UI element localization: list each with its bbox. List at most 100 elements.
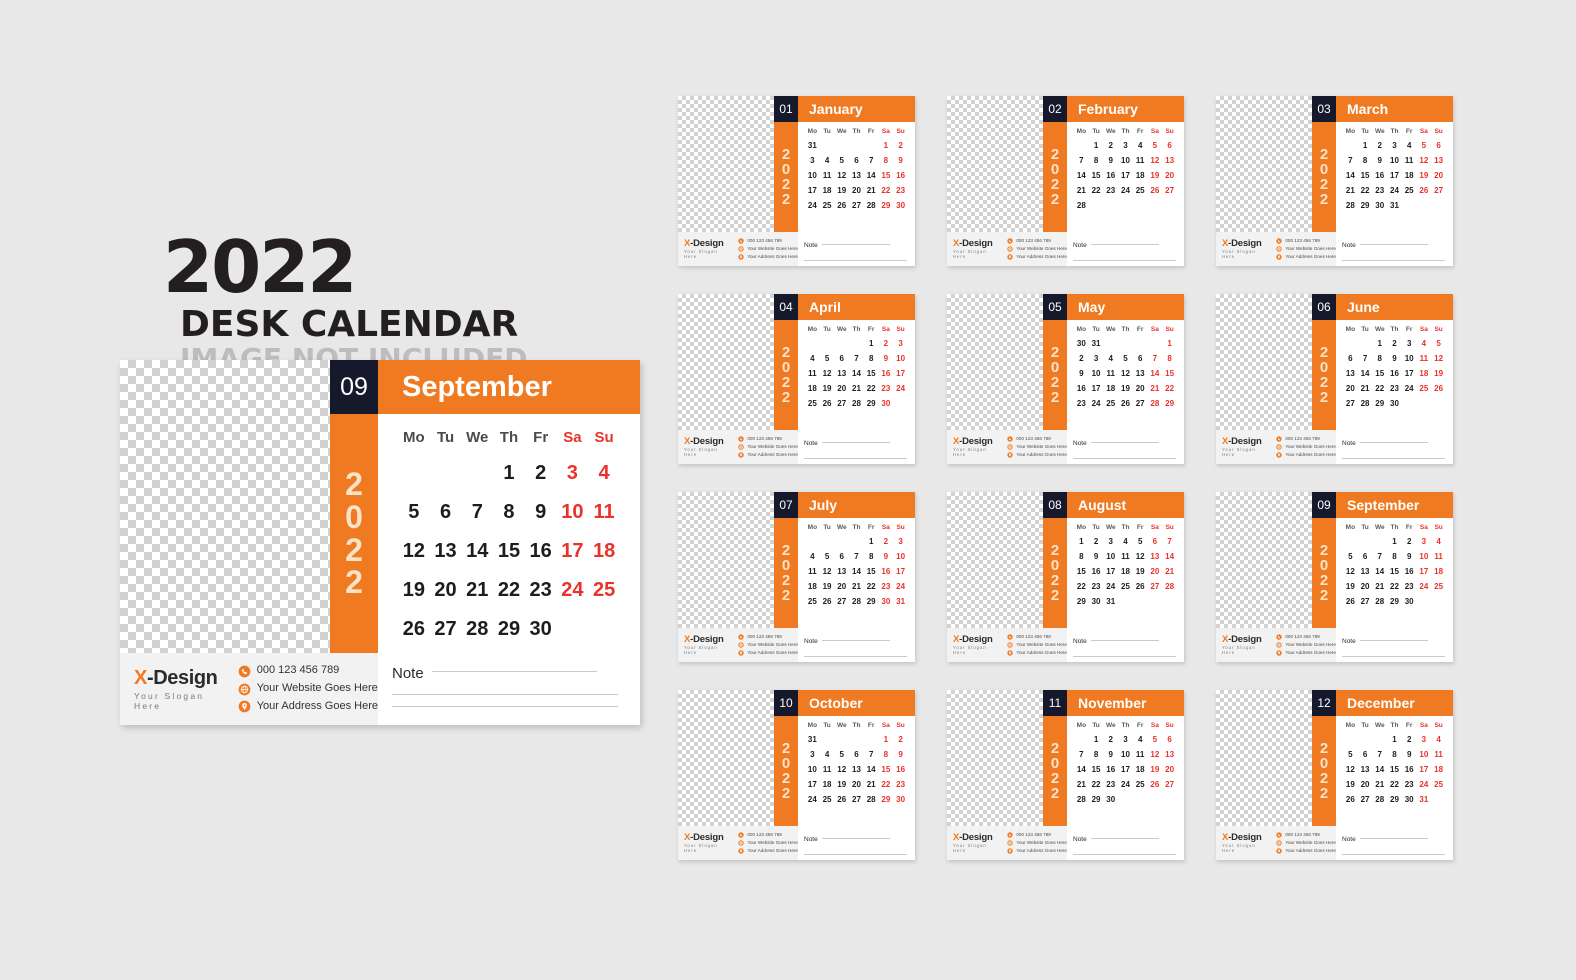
day-cell[interactable]: 3 <box>1417 732 1432 747</box>
day-cell[interactable]: 9 <box>893 153 908 168</box>
day-cell[interactable]: 12 <box>1118 366 1133 381</box>
day-cell[interactable]: 17 <box>1417 762 1432 777</box>
day-cell[interactable]: 17 <box>557 532 589 571</box>
day-cell[interactable]: 21 <box>1343 183 1358 198</box>
day-cell[interactable]: 7 <box>1074 153 1089 168</box>
day-cell[interactable]: 27 <box>834 594 849 609</box>
day-cell[interactable]: 29 <box>493 610 525 649</box>
day-cell[interactable]: 2 <box>879 336 894 351</box>
day-cell[interactable]: 10 <box>1089 366 1104 381</box>
day-cell[interactable]: 12 <box>1417 153 1432 168</box>
day-cell[interactable]: 4 <box>1431 534 1446 549</box>
day-cell[interactable]: 26 <box>398 610 430 649</box>
note-area[interactable]: Note <box>798 826 915 860</box>
day-cell[interactable]: 29 <box>1074 594 1089 609</box>
day-cell[interactable]: 10 <box>893 549 908 564</box>
day-cell[interactable]: 26 <box>820 396 835 411</box>
day-cell[interactable]: 29 <box>1387 792 1402 807</box>
day-cell[interactable]: 2 <box>1103 732 1118 747</box>
day-cell[interactable]: 21 <box>1372 579 1387 594</box>
day-cell[interactable]: 4 <box>1118 534 1133 549</box>
day-cell[interactable]: 26 <box>1431 381 1446 396</box>
day-cell[interactable]: 2 <box>1074 351 1089 366</box>
note-area[interactable]: Note <box>1336 826 1453 860</box>
day-cell[interactable]: 29 <box>879 198 894 213</box>
day-cell[interactable]: 4 <box>805 549 820 564</box>
day-cell[interactable]: 21 <box>1372 777 1387 792</box>
day-cell[interactable]: 31 <box>1417 792 1432 807</box>
day-cell[interactable]: 11 <box>588 493 620 532</box>
month-card-october[interactable]: 10 October 2 0 2 2 Mo Tu We Th Fr Sa Su 31 1 2 3 4… <box>678 690 915 860</box>
day-cell[interactable]: 23 <box>879 381 894 396</box>
day-cell[interactable]: 3 <box>1089 351 1104 366</box>
day-cell[interactable]: 8 <box>864 351 879 366</box>
day-cell[interactable]: 18 <box>1417 366 1432 381</box>
day-cell[interactable]: 17 <box>893 366 908 381</box>
day-cell[interactable]: 11 <box>1133 747 1148 762</box>
day-cell[interactable]: 14 <box>1148 366 1163 381</box>
day-cell[interactable]: 18 <box>805 579 820 594</box>
day-cell[interactable]: 3 <box>893 534 908 549</box>
day-cell[interactable]: 16 <box>879 564 894 579</box>
day-cell[interactable]: 5 <box>398 493 430 532</box>
day-cell[interactable]: 21 <box>864 183 879 198</box>
day-cell[interactable]: 9 <box>1387 351 1402 366</box>
day-cell[interactable]: 11 <box>1431 747 1446 762</box>
day-cell[interactable]: 18 <box>1133 168 1148 183</box>
day-cell[interactable]: 11 <box>1133 153 1148 168</box>
day-cell[interactable]: 16 <box>1372 168 1387 183</box>
day-cell[interactable]: 25 <box>1133 183 1148 198</box>
day-cell[interactable]: 12 <box>1431 351 1446 366</box>
day-cell[interactable]: 6 <box>849 747 864 762</box>
day-cell[interactable]: 13 <box>430 532 462 571</box>
day-cell[interactable]: 22 <box>1387 777 1402 792</box>
day-cell[interactable]: 24 <box>1118 777 1133 792</box>
day-cell[interactable]: 1 <box>864 534 879 549</box>
day-cell[interactable]: 19 <box>834 777 849 792</box>
day-cell[interactable]: 13 <box>1358 564 1373 579</box>
day-cell[interactable]: 17 <box>893 564 908 579</box>
day-cell[interactable]: 26 <box>1148 183 1163 198</box>
day-cell[interactable]: 30 <box>1103 792 1118 807</box>
day-cell[interactable]: 31 <box>1387 198 1402 213</box>
day-cell[interactable]: 18 <box>820 183 835 198</box>
day-cell[interactable]: 13 <box>834 366 849 381</box>
day-cell[interactable]: 5 <box>1148 732 1163 747</box>
day-cell[interactable]: 30 <box>1387 396 1402 411</box>
day-cell[interactable]: 14 <box>1074 762 1089 777</box>
day-cell[interactable]: 28 <box>1372 792 1387 807</box>
day-cell[interactable]: 28 <box>1162 579 1177 594</box>
day-cell[interactable]: 20 <box>1358 777 1373 792</box>
day-cell[interactable]: 20 <box>1358 579 1373 594</box>
day-cell[interactable]: 25 <box>820 792 835 807</box>
day-cell[interactable]: 12 <box>820 564 835 579</box>
day-cell[interactable]: 4 <box>1417 336 1432 351</box>
day-cell[interactable]: 16 <box>1103 762 1118 777</box>
day-cell[interactable]: 12 <box>1343 762 1358 777</box>
day-cell[interactable]: 1 <box>864 336 879 351</box>
day-cell[interactable]: 10 <box>1417 549 1432 564</box>
day-cell[interactable]: 11 <box>1431 549 1446 564</box>
month-card-february[interactable]: 02 February 2 0 2 2 Mo Tu We Th Fr Sa Su 12345… <box>947 96 1184 266</box>
day-cell[interactable]: 30 <box>525 610 557 649</box>
day-cell[interactable]: 15 <box>1387 762 1402 777</box>
day-cell[interactable]: 2 <box>879 534 894 549</box>
day-cell[interactable]: 11 <box>1103 366 1118 381</box>
day-cell[interactable]: 17 <box>1417 564 1432 579</box>
day-cell[interactable]: 3 <box>1387 138 1402 153</box>
day-cell[interactable]: 23 <box>525 571 557 610</box>
day-cell[interactable]: 3 <box>805 747 820 762</box>
day-cell[interactable]: 23 <box>893 777 908 792</box>
day-cell[interactable]: 27 <box>1148 579 1163 594</box>
day-cell[interactable]: 3 <box>893 336 908 351</box>
day-cell[interactable]: 9 <box>1103 153 1118 168</box>
day-cell[interactable]: 12 <box>834 168 849 183</box>
note-area[interactable]: Note <box>1067 628 1184 662</box>
note-area[interactable]: Note <box>1067 826 1184 860</box>
day-cell[interactable]: 30 <box>879 396 894 411</box>
day-cell[interactable]: 6 <box>849 153 864 168</box>
day-cell[interactable]: 5 <box>1431 336 1446 351</box>
day-cell[interactable]: 20 <box>1162 762 1177 777</box>
day-cell[interactable]: 1 <box>1089 732 1104 747</box>
day-cell[interactable]: 26 <box>1118 396 1133 411</box>
